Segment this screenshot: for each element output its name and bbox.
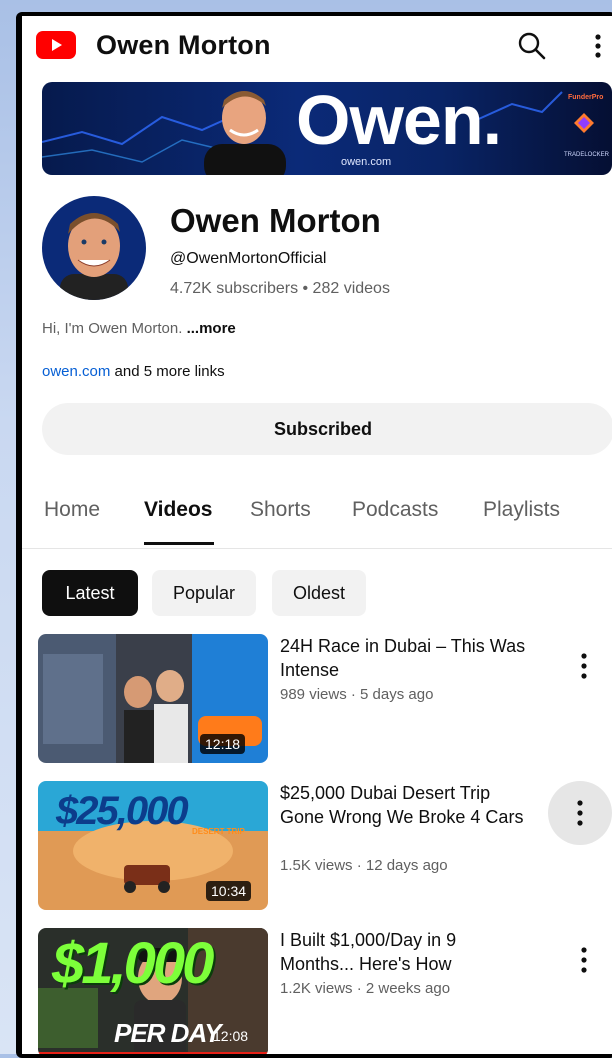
list-item[interactable]: $25,000 DESERT TRIP 10:34 $25,000 Dubai … bbox=[22, 781, 612, 911]
video-meta: 1.5K views · 12 days ago bbox=[280, 857, 448, 874]
youtube-logo-icon[interactable] bbox=[36, 31, 76, 59]
channel-tabs: Home Videos Shorts Podcasts Playlists bbox=[22, 486, 612, 549]
more-vertical-icon bbox=[581, 653, 587, 679]
more-links-text[interactable]: and 5 more links bbox=[110, 363, 225, 380]
thumbnail-text: $25,000 bbox=[56, 789, 189, 833]
more-vertical-icon bbox=[577, 800, 583, 826]
channel-handle: @OwenMortonOfficial bbox=[170, 250, 327, 267]
sponsor-label-top: FunderPro bbox=[568, 94, 604, 101]
app-screen: Owen Morton Owen. owen.com FunderPro TRA… bbox=[22, 16, 612, 1054]
channel-links[interactable]: owen.com and 5 more links bbox=[42, 363, 225, 380]
list-item[interactable]: 12:18 24H Race in Dubai – This Was Inten… bbox=[22, 634, 612, 764]
more-options-icon[interactable] bbox=[590, 30, 606, 62]
banner-url: owen.com bbox=[341, 156, 392, 168]
chip-oldest[interactable]: Oldest bbox=[272, 570, 366, 616]
video-more-button[interactable] bbox=[548, 781, 612, 845]
tab-shorts[interactable]: Shorts bbox=[250, 498, 311, 522]
video-title[interactable]: 24H Race in Dubai – This Was Intense bbox=[280, 634, 530, 682]
channel-stats: 4.72K subscribers • 282 videos bbox=[170, 280, 390, 297]
channel-banner: Owen. owen.com FunderPro TRADELOCKER bbox=[42, 82, 612, 175]
thumbnail-subtext: PER DAY bbox=[114, 1018, 222, 1048]
top-bar: Owen Morton bbox=[22, 16, 612, 76]
sponsor-logo-icon bbox=[574, 113, 594, 133]
chip-popular[interactable]: Popular bbox=[152, 570, 256, 616]
page-title: Owen Morton bbox=[96, 30, 271, 60]
tab-podcasts[interactable]: Podcasts bbox=[352, 498, 438, 522]
active-tab-indicator bbox=[144, 542, 214, 545]
thumbnail-text: $1,000 bbox=[52, 931, 214, 996]
video-duration: 12:18 bbox=[200, 734, 246, 754]
video-meta: 1.2K views · 2 weeks ago bbox=[280, 980, 451, 997]
subscribed-button[interactable]: Subscribed bbox=[42, 403, 612, 455]
channel-description[interactable]: Hi, I'm Owen Morton. ...more bbox=[42, 320, 236, 337]
video-more-button[interactable] bbox=[562, 644, 606, 688]
tab-playlists[interactable]: Playlists bbox=[483, 498, 560, 522]
video-title[interactable]: $25,000 Dubai Desert Trip Gone Wrong We … bbox=[280, 781, 530, 829]
sponsor-label-bottom: TRADELOCKER bbox=[564, 152, 610, 158]
avatar[interactable] bbox=[42, 196, 146, 300]
thumbnail-subtext: DESERT TRIP bbox=[192, 827, 245, 836]
channel-name: Owen Morton bbox=[170, 202, 381, 239]
tab-videos[interactable]: Videos bbox=[144, 498, 212, 522]
video-duration: 10:34 bbox=[206, 881, 252, 901]
video-meta: 989 views · 5 days ago bbox=[280, 686, 434, 703]
video-duration: 12:08 bbox=[213, 1028, 249, 1044]
video-title[interactable]: I Built $1,000/Day in 9 Months... Here's… bbox=[280, 928, 530, 976]
banner-wordmark: Owen. bbox=[296, 82, 502, 159]
more-vertical-icon bbox=[581, 947, 587, 973]
chip-latest[interactable]: Latest bbox=[42, 570, 138, 616]
search-icon[interactable] bbox=[516, 30, 548, 62]
video-more-button[interactable] bbox=[562, 938, 606, 982]
banner-person-image bbox=[204, 91, 286, 175]
channel-link-url[interactable]: owen.com bbox=[42, 363, 110, 380]
tab-home[interactable]: Home bbox=[44, 498, 100, 522]
description-more-link[interactable]: ...more bbox=[187, 320, 236, 337]
list-item[interactable]: $1,000 PER DAY 12:08 I Built $1,000/Day … bbox=[22, 928, 612, 1054]
description-text: Hi, I'm Owen Morton. bbox=[42, 320, 187, 337]
